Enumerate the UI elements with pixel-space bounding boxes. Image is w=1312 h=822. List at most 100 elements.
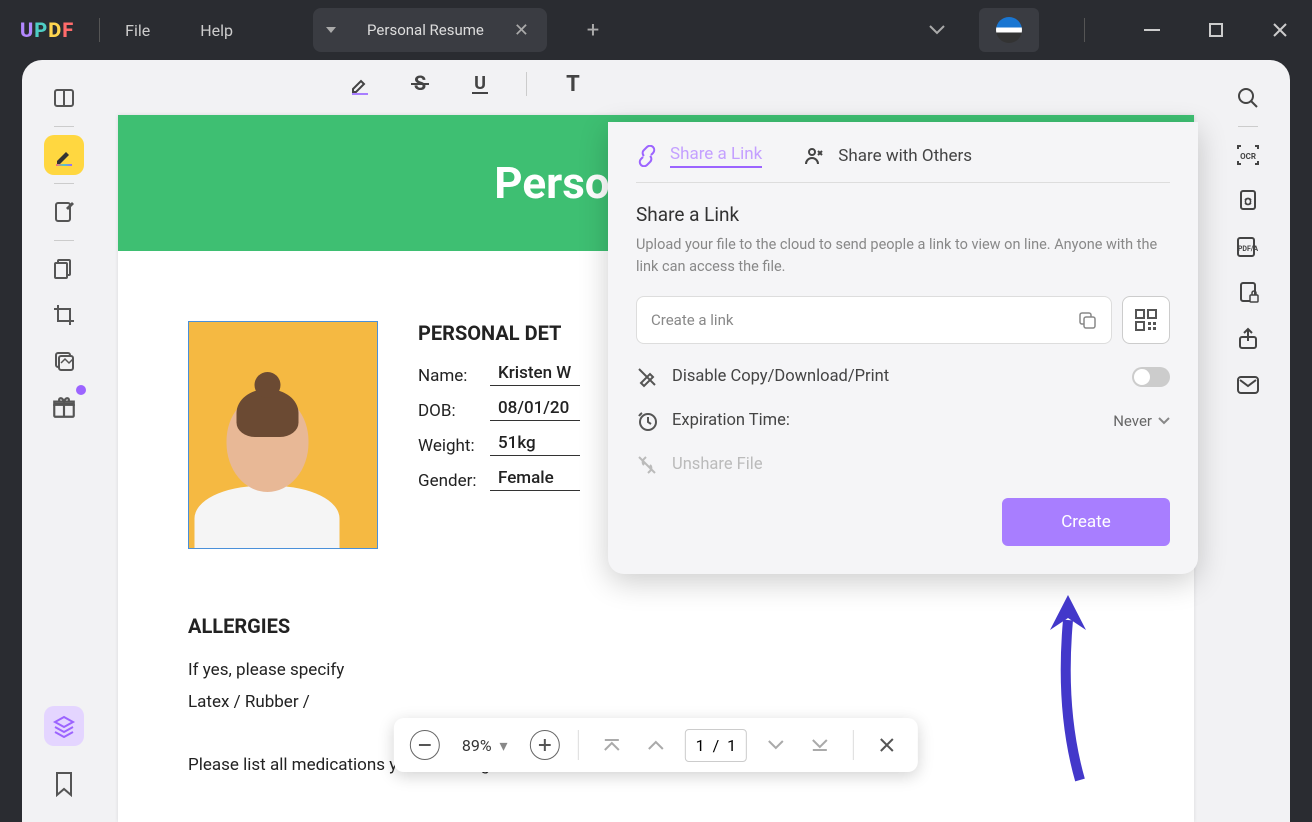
bookmark-icon[interactable] bbox=[44, 764, 84, 804]
allergies-line2: Latex / Rubber / bbox=[188, 686, 1134, 718]
menu-help[interactable]: Help bbox=[200, 21, 233, 40]
underline-icon[interactable]: U bbox=[466, 70, 494, 98]
pages-icon[interactable] bbox=[44, 249, 84, 289]
divider bbox=[578, 730, 579, 760]
value-gender: Female bbox=[490, 468, 580, 491]
unshare-label: Unshare File bbox=[672, 455, 763, 474]
divider bbox=[99, 18, 100, 42]
zoom-level[interactable]: 89% ▾ bbox=[454, 736, 516, 755]
ocr-icon[interactable]: OCR bbox=[1228, 135, 1268, 175]
create-button[interactable]: Create bbox=[1002, 498, 1170, 546]
label-weight: Weight: bbox=[418, 436, 490, 456]
copy-icon[interactable] bbox=[1077, 310, 1097, 330]
chevron-down-icon[interactable] bbox=[915, 8, 959, 52]
unshare-file: Unshare File bbox=[636, 454, 1170, 476]
tab-share-link-label: Share a Link bbox=[670, 144, 762, 168]
people-icon bbox=[804, 145, 826, 167]
stack-icon[interactable] bbox=[44, 341, 84, 381]
value-dob: 08/01/20 bbox=[490, 398, 580, 421]
share-description: Upload your file to the cloud to send pe… bbox=[636, 234, 1170, 278]
unshare-icon bbox=[636, 454, 658, 476]
convert-icon[interactable] bbox=[1228, 181, 1268, 221]
zoom-in-button[interactable] bbox=[530, 730, 560, 760]
protect-icon[interactable] bbox=[1228, 273, 1268, 313]
expiration-dropdown[interactable]: Never bbox=[1113, 412, 1170, 430]
allergies-line1: If yes, please specify bbox=[188, 654, 1134, 686]
label-gender: Gender: bbox=[418, 471, 490, 491]
separator bbox=[54, 240, 74, 241]
divider bbox=[1084, 18, 1085, 42]
separator bbox=[1238, 126, 1258, 127]
user-avatar[interactable] bbox=[979, 8, 1039, 52]
chevron-down-icon: ▾ bbox=[500, 736, 508, 755]
left-sidebar bbox=[22, 60, 106, 822]
zoom-value: 89% bbox=[462, 736, 492, 755]
text-tool-icon[interactable]: T bbox=[559, 70, 587, 98]
divider bbox=[853, 730, 854, 760]
share-heading: Share a Link bbox=[636, 203, 1170, 226]
first-page-button[interactable] bbox=[597, 730, 627, 760]
share-panel: Share a Link Share with Others Share a L… bbox=[608, 122, 1198, 574]
page-input[interactable]: 1 / 1 bbox=[685, 729, 748, 762]
window-maximize[interactable] bbox=[1194, 8, 1238, 52]
annotation-toolbar: S U T bbox=[106, 60, 1206, 108]
crop-icon[interactable] bbox=[44, 295, 84, 335]
titlebar: UPDF File Help Personal Resume ✕ + bbox=[0, 0, 1312, 60]
close-bar-button[interactable] bbox=[872, 730, 902, 760]
option-expiration-label: Expiration Time: bbox=[672, 411, 1099, 430]
window-close[interactable] bbox=[1258, 8, 1302, 52]
strikethrough-icon[interactable]: S bbox=[406, 70, 434, 98]
separator bbox=[54, 183, 74, 184]
prev-page-button[interactable] bbox=[641, 730, 671, 760]
expiration-value: Never bbox=[1113, 412, 1152, 430]
link-input[interactable]: Create a link bbox=[636, 296, 1112, 344]
page-navigation-bar: 89% ▾ 1 / 1 bbox=[394, 718, 918, 772]
page-separator: / bbox=[713, 736, 720, 755]
tab-share-others-label: Share with Others bbox=[838, 146, 972, 166]
app-logo: UPDF bbox=[20, 18, 74, 42]
highlighter-icon[interactable] bbox=[44, 135, 84, 175]
tab-list-button[interactable] bbox=[313, 8, 349, 52]
svg-text:U: U bbox=[474, 73, 486, 94]
tab-close-icon[interactable]: ✕ bbox=[514, 20, 529, 41]
next-page-button[interactable] bbox=[761, 730, 791, 760]
menu-file[interactable]: File bbox=[125, 21, 150, 40]
profile-photo bbox=[188, 321, 378, 549]
label-dob: DOB: bbox=[418, 401, 490, 421]
qr-code-button[interactable] bbox=[1122, 296, 1170, 344]
zoom-out-button[interactable] bbox=[410, 730, 440, 760]
layers-icon[interactable] bbox=[44, 706, 84, 746]
section-allergies: ALLERGIES bbox=[188, 614, 1134, 638]
tab-title: Personal Resume bbox=[367, 21, 484, 39]
main-area: S U T Personal Resum bbox=[22, 60, 1290, 822]
disable-copy-toggle[interactable] bbox=[1132, 367, 1170, 387]
tab-share-others[interactable]: Share with Others bbox=[804, 145, 972, 167]
value-name: Kristen W bbox=[490, 363, 580, 386]
svg-text:T: T bbox=[566, 73, 580, 95]
gift-icon[interactable] bbox=[44, 387, 84, 427]
edit-icon[interactable] bbox=[44, 192, 84, 232]
pdfa-icon[interactable]: PDF/A bbox=[1228, 227, 1268, 267]
reader-icon[interactable] bbox=[44, 78, 84, 118]
titlebar-right bbox=[915, 8, 1312, 52]
separator bbox=[54, 126, 74, 127]
clock-icon bbox=[636, 410, 658, 432]
last-page-button[interactable] bbox=[805, 730, 835, 760]
highlight-tool-icon[interactable] bbox=[346, 70, 374, 98]
share-icon[interactable] bbox=[1228, 319, 1268, 359]
tab-personal-resume[interactable]: Personal Resume ✕ bbox=[349, 8, 547, 52]
tab-share-link[interactable]: Share a Link bbox=[636, 144, 762, 168]
mail-icon[interactable] bbox=[1228, 365, 1268, 405]
page-total: 1 bbox=[727, 736, 736, 755]
link-icon bbox=[636, 145, 658, 167]
search-icon[interactable] bbox=[1228, 78, 1268, 118]
new-tab-button[interactable]: + bbox=[577, 14, 609, 46]
label-name: Name: bbox=[418, 366, 490, 386]
svg-text:PDF/A: PDF/A bbox=[1238, 245, 1259, 253]
chevron-down-icon bbox=[1158, 417, 1170, 425]
right-sidebar: OCR PDF/A bbox=[1206, 60, 1290, 822]
window-minimize[interactable] bbox=[1130, 8, 1174, 52]
value-weight: 51kg bbox=[490, 433, 580, 456]
divider bbox=[526, 72, 527, 96]
page-current: 1 bbox=[696, 736, 705, 755]
